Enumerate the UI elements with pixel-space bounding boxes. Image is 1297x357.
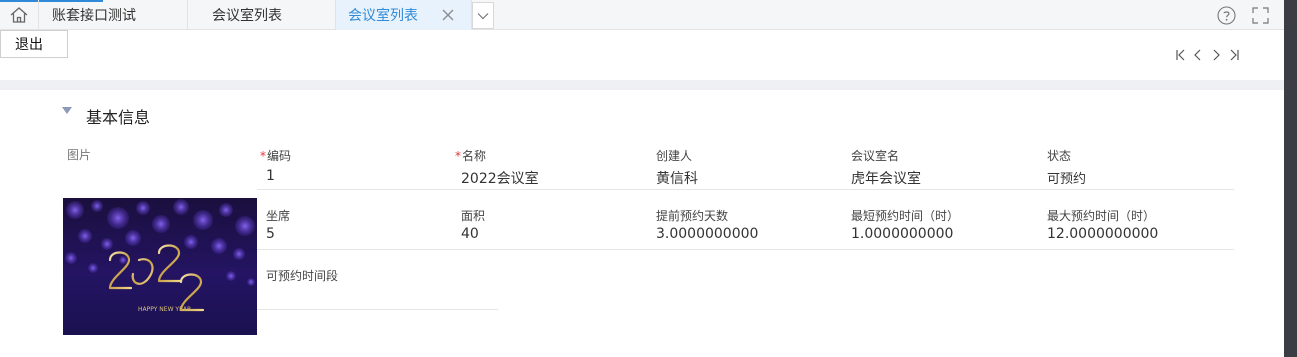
chevron-down-icon (477, 12, 489, 19)
window-edge-strip (1284, 0, 1297, 357)
field-name-value[interactable]: 2022会议室 (461, 168, 539, 188)
tab-meeting-room-list[interactable]: 会议室列表 (188, 0, 336, 30)
next-page-button[interactable] (1210, 45, 1222, 65)
field-status-value[interactable]: 可预约 (1047, 168, 1086, 187)
tab-label: 会议室列表 (212, 8, 282, 24)
field-code-label: *编码 (260, 149, 292, 163)
field-min-duration-label: 最短预约时间（时） (851, 209, 960, 223)
home-icon[interactable] (9, 6, 29, 24)
field-time-slots-label: 可预约时间段 (266, 269, 339, 283)
field-creator-label: 创建人 (656, 149, 693, 163)
close-icon[interactable] (441, 8, 455, 22)
prev-page-icon (1194, 49, 1201, 61)
required-marker: * (455, 149, 461, 163)
row-divider (257, 189, 1234, 190)
field-advance-days-label: 提前预约天数 (656, 209, 729, 223)
tab-account-interface-test[interactable]: 账套接口测试 (38, 0, 188, 30)
first-page-button[interactable] (1174, 45, 1188, 65)
fullscreen-icon[interactable] (1252, 7, 1269, 24)
field-creator-value[interactable]: 黄信科 (656, 168, 698, 188)
photo-tagline: HAPPY NEW YEAR (138, 306, 191, 313)
row-divider (257, 309, 498, 310)
field-seats-label: 坐席 (266, 209, 291, 223)
tab-overflow-dropdown[interactable] (472, 2, 494, 29)
required-marker: * (260, 149, 266, 163)
tab-label: 账套接口测试 (52, 8, 136, 24)
collapse-triangle-icon[interactable] (62, 107, 72, 115)
prev-page-button[interactable] (1192, 45, 1204, 65)
help-icon[interactable] (1217, 6, 1236, 25)
exit-button[interactable]: 退出 (0, 30, 68, 58)
field-max-duration-label: 最大预约时间（时） (1047, 209, 1156, 223)
field-max-duration-value[interactable]: 12.0000000000 (1047, 226, 1158, 242)
section-title: 基本信息 (86, 108, 151, 127)
first-page-icon (1176, 49, 1185, 61)
room-photo[interactable]: HAPPY NEW YEAR (63, 198, 257, 335)
next-page-icon (1213, 49, 1220, 61)
row-divider (257, 249, 1234, 250)
field-advance-days-value[interactable]: 3.0000000000 (656, 226, 758, 242)
tab-bar: 账套接口测试 会议室列表 会议室列表 (0, 0, 1284, 30)
section-separator (0, 80, 1284, 90)
image-field-label: 图片 (67, 148, 92, 162)
field-status-label: 状态 (1047, 149, 1072, 163)
room-photo-image: HAPPY NEW YEAR (63, 198, 257, 335)
field-min-duration-value[interactable]: 1.0000000000 (851, 226, 953, 242)
field-area-label: 面积 (461, 209, 486, 223)
field-room-name-label: 会议室名 (851, 149, 900, 163)
field-seats-value[interactable]: 5 (266, 226, 275, 242)
field-area-value[interactable]: 40 (461, 226, 479, 242)
tab-label: 会议室列表 (348, 7, 418, 24)
tab-meeting-room-list-active[interactable]: 会议室列表 (336, 0, 472, 30)
field-name-label: *名称 (455, 149, 487, 163)
field-code-value[interactable]: 1 (266, 168, 275, 184)
field-room-name-value[interactable]: 虎年会议室 (851, 168, 921, 188)
last-page-icon (1230, 49, 1239, 61)
last-page-button[interactable] (1227, 45, 1241, 65)
